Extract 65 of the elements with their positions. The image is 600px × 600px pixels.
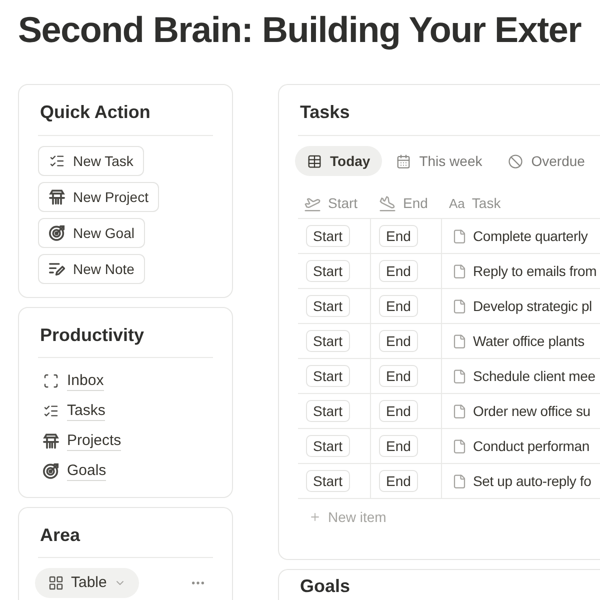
start-button[interactable]: Start xyxy=(306,295,350,317)
action-button[interactable]: New Note xyxy=(38,254,146,284)
task-title[interactable]: Water office plants xyxy=(473,330,584,352)
view-tab[interactable]: Overdue xyxy=(496,146,597,176)
page-link[interactable]: Projects xyxy=(38,426,122,456)
end-button[interactable]: End xyxy=(379,435,418,457)
section-title: Area xyxy=(39,524,82,547)
plus-icon xyxy=(309,511,321,523)
start-button[interactable]: Start xyxy=(306,365,350,387)
start-button[interactable]: Start xyxy=(306,470,350,492)
view-tab[interactable]: This week xyxy=(384,146,494,176)
file-icon xyxy=(452,334,467,348)
file-icon xyxy=(452,474,467,488)
file-icon xyxy=(452,298,467,314)
section-title: Goals xyxy=(299,575,352,598)
task-title[interactable]: Develop strategic pl xyxy=(473,296,592,316)
task-title[interactable]: Schedule client mee xyxy=(473,366,596,386)
start-button[interactable]: Start xyxy=(306,225,350,247)
end-button[interactable]: End xyxy=(379,470,418,492)
checklist-icon xyxy=(49,153,65,169)
end-button[interactable]: End xyxy=(379,260,418,282)
plane-landing-icon xyxy=(379,195,396,212)
view-selector[interactable]: Table xyxy=(35,568,139,598)
section-title: Tasks xyxy=(299,101,351,124)
plane-takeoff-icon xyxy=(304,195,321,212)
end-button[interactable]: End xyxy=(379,295,418,317)
task-title[interactable]: Set up auto-reply fo xyxy=(473,470,592,492)
file-icon xyxy=(452,404,467,418)
start-button[interactable]: Start xyxy=(306,435,350,457)
end-button[interactable]: End xyxy=(379,330,418,352)
page-link[interactable]: Inbox xyxy=(38,366,104,396)
start-button[interactable]: Start xyxy=(306,400,350,422)
file-icon xyxy=(452,264,467,278)
task-title[interactable]: Complete quarterly xyxy=(473,226,588,246)
start-button[interactable]: Start xyxy=(306,260,350,282)
end-button[interactable]: End xyxy=(379,400,418,422)
action-button[interactable]: New Goal xyxy=(38,218,146,248)
file-icon xyxy=(452,368,467,384)
end-button[interactable]: End xyxy=(379,365,418,387)
grid-icon xyxy=(48,575,64,591)
gate-icon xyxy=(49,189,65,205)
table-icon xyxy=(307,154,322,168)
target-icon xyxy=(43,463,59,479)
checklist-icon xyxy=(43,403,59,419)
frame-icon xyxy=(43,373,59,389)
file-icon xyxy=(452,228,467,244)
action-button[interactable]: New Project xyxy=(38,182,160,212)
calendar-icon xyxy=(396,154,412,168)
gate-icon xyxy=(43,433,59,449)
page-link[interactable]: Goals xyxy=(38,456,106,486)
task-title[interactable]: Reply to emails from xyxy=(473,260,597,282)
task-title[interactable]: Conduct performan xyxy=(473,436,590,456)
ban-icon xyxy=(508,154,524,168)
action-button[interactable]: New Task xyxy=(38,146,144,176)
view-tab[interactable]: Today xyxy=(295,146,382,176)
task-title[interactable]: Order new office su xyxy=(473,400,590,422)
end-button[interactable]: End xyxy=(379,225,418,247)
page-title: Second Brain: Building Your Exter xyxy=(17,8,581,52)
file-icon xyxy=(452,438,467,454)
start-button[interactable]: Start xyxy=(306,330,350,352)
section-title: Quick Action xyxy=(39,101,152,124)
page-link[interactable]: Tasks xyxy=(38,396,106,426)
target-icon xyxy=(49,225,65,241)
section-title: Productivity xyxy=(39,324,146,347)
lines-pencil-icon xyxy=(49,261,65,277)
